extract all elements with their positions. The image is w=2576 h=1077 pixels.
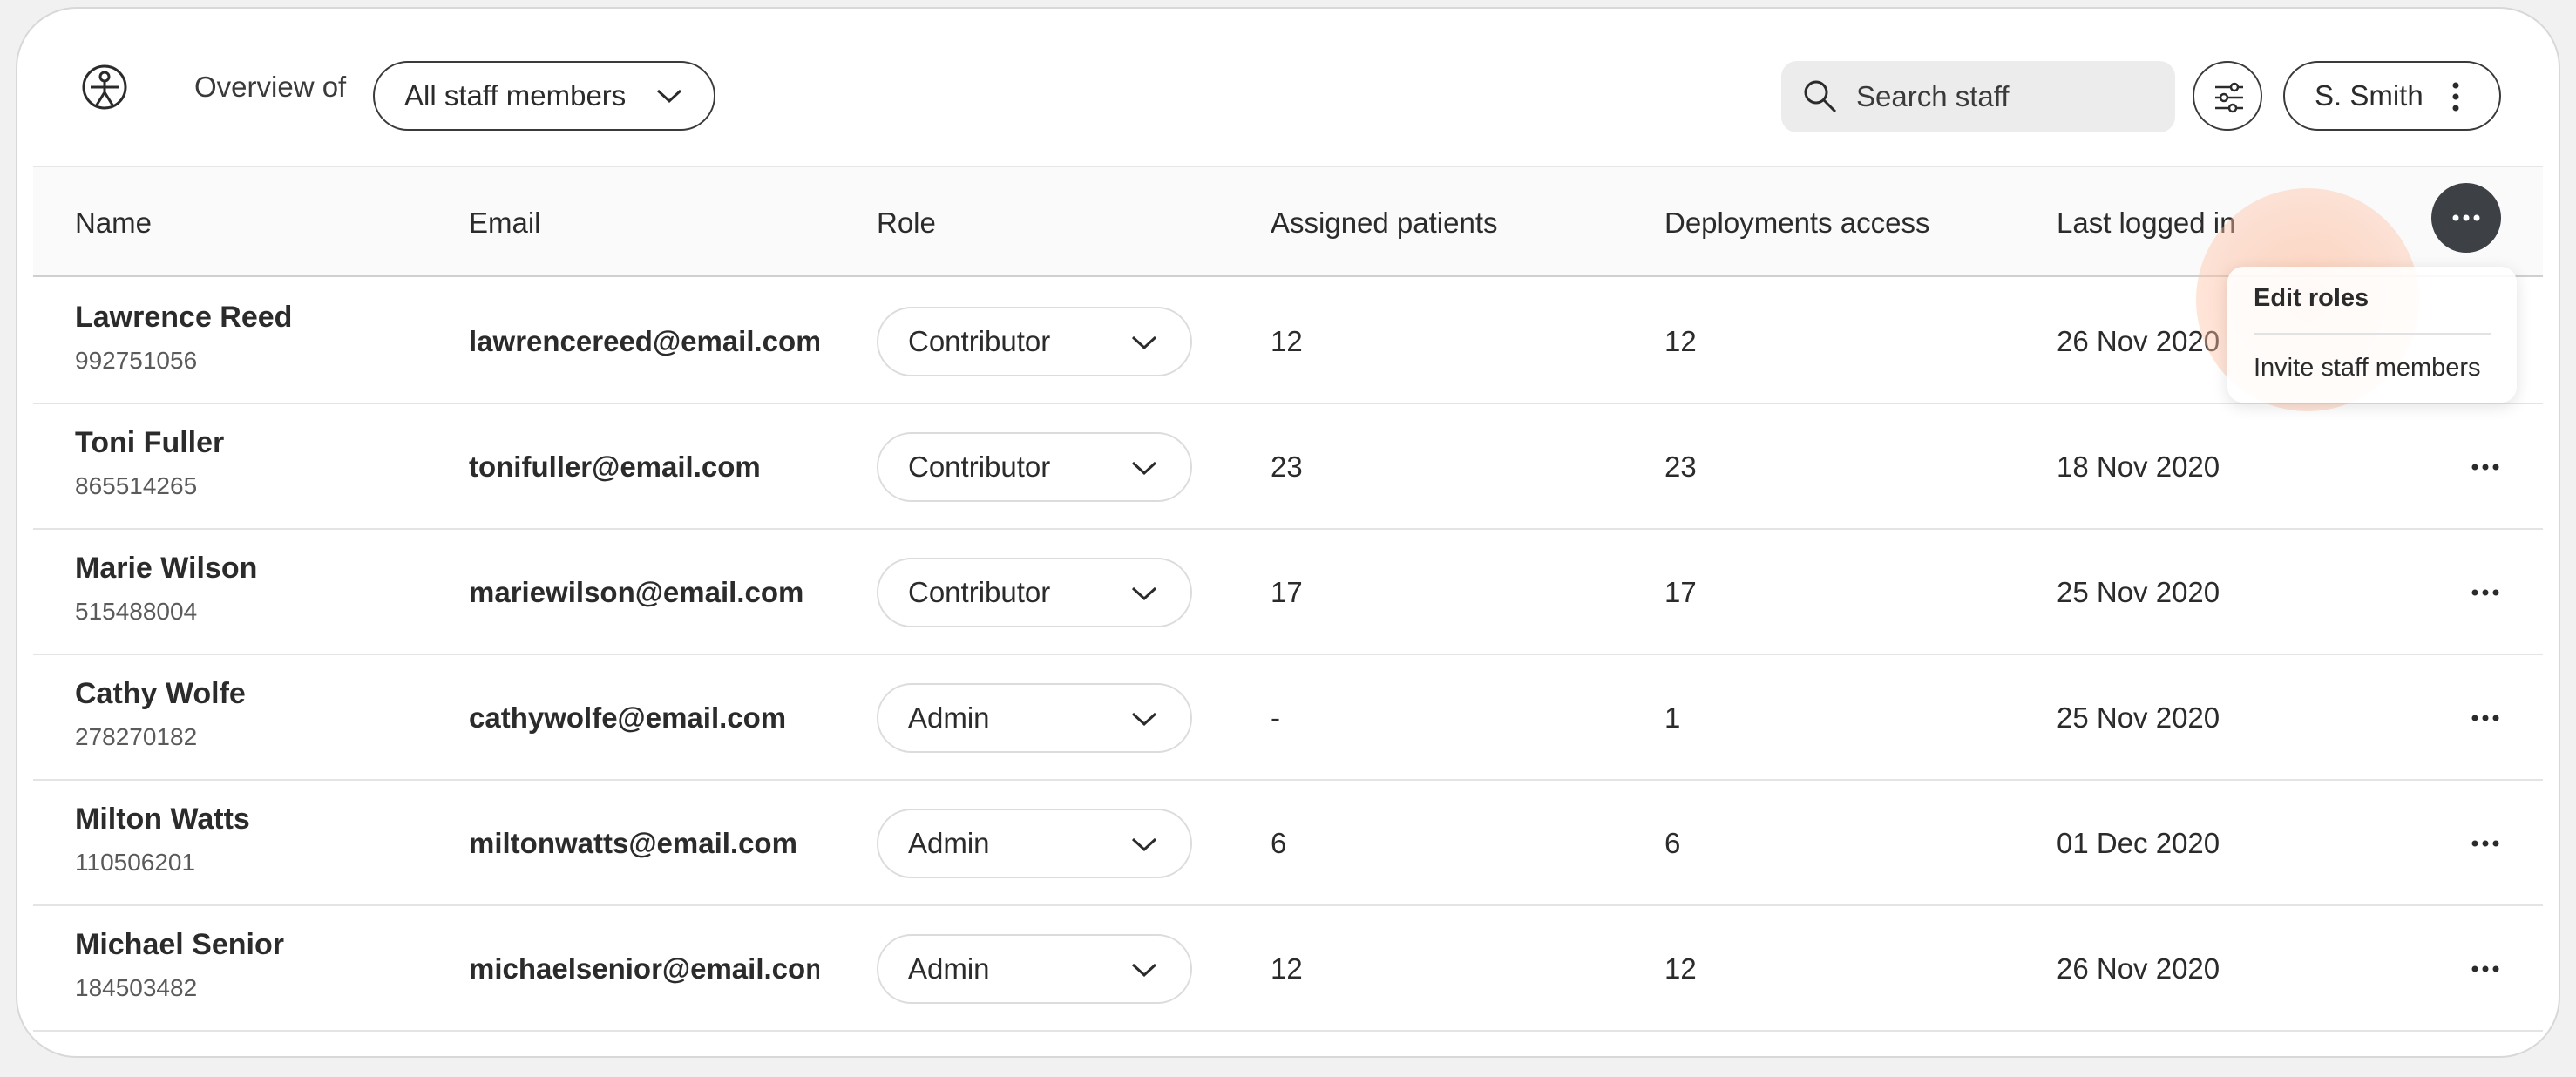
column-header-assigned-patients[interactable]: Assigned patients — [1271, 206, 1498, 240]
app-frame: Overview of All staff members Search sta… — [16, 7, 2560, 1058]
user-menu-button[interactable]: S. Smith — [2283, 61, 2501, 131]
row-more-button[interactable] — [2459, 441, 2512, 493]
deployments-access: 12 — [1664, 325, 1697, 357]
row-more-button[interactable] — [2459, 692, 2512, 744]
search-icon — [1804, 80, 1837, 113]
staff-email: mariewilson@email.com — [469, 576, 804, 608]
role-value: Contributor — [908, 325, 1051, 357]
person-logo-icon — [82, 64, 127, 110]
search-box[interactable] — [1781, 61, 2175, 132]
table-row: Cathy Wolfe 278270182 cathywolfe@email.c… — [33, 655, 2543, 781]
table-row: Michael Senior 184503482 michaelsenior@e… — [33, 906, 2543, 1032]
table-row: Milton Watts 110506201 miltonwatts@email… — [33, 781, 2543, 906]
last-logged-in: 25 Nov 2020 — [2057, 576, 2220, 608]
role-dropdown[interactable]: Contributor — [877, 432, 1192, 502]
role-value: Contributor — [908, 450, 1051, 483]
menu-item-invite-staff[interactable]: Invite staff members — [2254, 352, 2481, 383]
role-dropdown[interactable]: Admin — [877, 809, 1192, 878]
assigned-patients: 12 — [1271, 952, 1303, 985]
deployments-access: 17 — [1664, 576, 1697, 608]
assigned-patients: - — [1271, 701, 1280, 734]
filter-settings-button[interactable] — [2193, 61, 2262, 131]
staff-email: cathywolfe@email.com — [469, 701, 787, 734]
staff-email: tonifuller@email.com — [469, 450, 761, 483]
column-header-role[interactable]: Role — [877, 206, 936, 240]
deployments-access: 12 — [1664, 952, 1697, 985]
staff-name: Marie Wilson — [75, 552, 258, 585]
staff-name: Toni Fuller — [75, 426, 225, 459]
menu-divider — [2254, 333, 2491, 335]
column-header-deployments-access[interactable]: Deployments access — [1664, 206, 1929, 240]
actions-dropdown-menu: Edit roles Invite staff members — [2227, 267, 2517, 403]
staff-email: miltonwatts@email.com — [469, 827, 797, 859]
assigned-patients: 6 — [1271, 827, 1287, 859]
assigned-patients: 12 — [1271, 325, 1303, 357]
staff-email: michaelsenior@email.com — [469, 952, 819, 985]
staff-name: Michael Senior — [75, 928, 284, 961]
chevron-down-icon — [1131, 963, 1157, 978]
staff-id: 992751056 — [75, 347, 198, 374]
deployments-access: 6 — [1664, 827, 1681, 859]
more-horizontal-icon — [2471, 464, 2499, 471]
deployments-access: 23 — [1664, 450, 1697, 483]
column-header-name[interactable]: Name — [75, 206, 152, 240]
last-logged-in: 26 Nov 2020 — [2057, 325, 2220, 357]
top-bar: Overview of All staff members Search sta… — [17, 9, 2559, 166]
user-name: S. Smith — [2315, 79, 2423, 112]
chevron-down-icon — [1131, 712, 1157, 727]
assigned-patients: 17 — [1271, 576, 1303, 608]
chevron-down-icon — [1131, 461, 1157, 476]
chevron-down-icon — [1131, 586, 1157, 601]
table-row: Toni Fuller 865514265 tonifuller@email.c… — [33, 404, 2543, 530]
staff-email: lawrencereed@email.com — [469, 325, 819, 357]
search-input[interactable] — [1856, 73, 2152, 120]
staff-id: 515488004 — [75, 598, 198, 625]
staff-name: Cathy Wolfe — [75, 677, 246, 710]
chevron-down-icon — [656, 89, 682, 104]
staff-id: 865514265 — [75, 472, 198, 499]
last-logged-in: 25 Nov 2020 — [2057, 701, 2220, 734]
chevron-down-icon — [1131, 335, 1157, 350]
role-value: Admin — [908, 952, 990, 985]
deployments-access: 1 — [1664, 701, 1681, 734]
row-more-button[interactable] — [2459, 943, 2512, 995]
role-dropdown[interactable]: Contributor — [877, 558, 1192, 627]
more-horizontal-icon — [2471, 715, 2499, 721]
sliders-icon — [2215, 82, 2243, 113]
role-value: Contributor — [908, 576, 1051, 608]
chevron-down-icon — [1131, 837, 1157, 852]
staff-name: Lawrence Reed — [75, 301, 293, 334]
more-horizontal-icon — [2452, 214, 2480, 221]
row-more-button[interactable] — [2459, 817, 2512, 870]
role-value: Admin — [908, 701, 990, 734]
role-dropdown[interactable]: Admin — [877, 934, 1192, 1004]
more-horizontal-icon — [2471, 589, 2499, 596]
table-row: Marie Wilson 515488004 mariewilson@email… — [33, 530, 2543, 655]
menu-item-edit-roles[interactable]: Edit roles — [2254, 282, 2369, 314]
role-dropdown[interactable]: Admin — [877, 683, 1192, 753]
last-logged-in: 01 Dec 2020 — [2057, 827, 2220, 859]
last-logged-in: 26 Nov 2020 — [2057, 952, 2220, 985]
row-more-button[interactable] — [2459, 566, 2512, 619]
column-header-last-logged-in[interactable]: Last logged in — [2057, 206, 2236, 240]
header-more-button[interactable] — [2431, 183, 2501, 253]
assigned-patients: 23 — [1271, 450, 1303, 483]
role-dropdown[interactable]: Contributor — [877, 307, 1192, 376]
table-header: Name Email Role Assigned patients Deploy… — [33, 166, 2543, 277]
kebab-menu-icon — [2452, 82, 2459, 112]
column-header-email[interactable]: Email — [469, 206, 541, 240]
staff-name: Milton Watts — [75, 803, 250, 836]
overview-label: Overview of — [194, 71, 347, 103]
more-horizontal-icon — [2471, 965, 2499, 972]
more-horizontal-icon — [2471, 840, 2499, 847]
staff-id: 184503482 — [75, 974, 198, 1001]
last-logged-in: 18 Nov 2020 — [2057, 450, 2220, 483]
staff-filter-value: All staff members — [404, 79, 627, 112]
table-row: Lawrence Reed 992751056 lawrencereed@ema… — [33, 279, 2543, 404]
staff-id: 278270182 — [75, 723, 198, 750]
staff-filter-dropdown[interactable]: All staff members — [373, 61, 715, 131]
role-value: Admin — [908, 827, 990, 859]
staff-id: 110506201 — [75, 849, 196, 876]
